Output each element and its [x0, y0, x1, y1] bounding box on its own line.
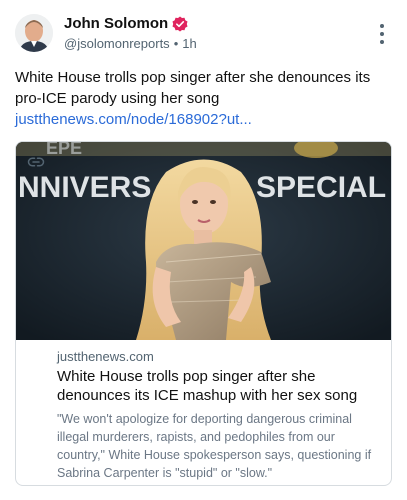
- post-body: White House trolls pop singer after she …: [15, 67, 393, 130]
- author-name[interactable]: John Solomon: [64, 15, 168, 32]
- post-link[interactable]: justthenews.com/node/168902?ut...: [15, 111, 252, 128]
- card-title[interactable]: White House trolls pop singer after she …: [57, 367, 379, 405]
- link-preview-card[interactable]: EPE NNIVERS SPECIAL justthenews.com Whit…: [15, 141, 392, 486]
- author-handle[interactable]: @jsolomonreports: [64, 36, 170, 51]
- author-avatar[interactable]: [15, 14, 53, 52]
- author-name-row: John Solomon: [64, 15, 188, 32]
- banner-top-text: EPE: [46, 142, 82, 158]
- card-photo: EPE NNIVERS SPECIAL: [16, 142, 391, 340]
- link-icon: [27, 157, 45, 167]
- post-text: White House trolls pop singer after she …: [15, 69, 371, 107]
- more-vertical-icon[interactable]: [379, 24, 385, 44]
- card-domain: justthenews.com: [57, 349, 154, 364]
- card-image[interactable]: EPE NNIVERS SPECIAL: [16, 142, 391, 340]
- social-post: John Solomon @jsolomonreports • 1h White…: [0, 0, 407, 500]
- banner-text-left: NNIVERS: [18, 171, 151, 204]
- verified-badge-icon: [172, 16, 188, 31]
- post-time[interactable]: 1h: [182, 36, 196, 51]
- author-meta: @jsolomonreports • 1h: [64, 36, 197, 51]
- meta-separator: •: [173, 36, 179, 51]
- card-body: justthenews.com White House trolls pop s…: [16, 340, 391, 482]
- card-description: "We won't apologize for deporting danger…: [57, 412, 372, 480]
- avatar-photo: [15, 14, 53, 52]
- banner-text-right: SPECIAL: [256, 171, 386, 204]
